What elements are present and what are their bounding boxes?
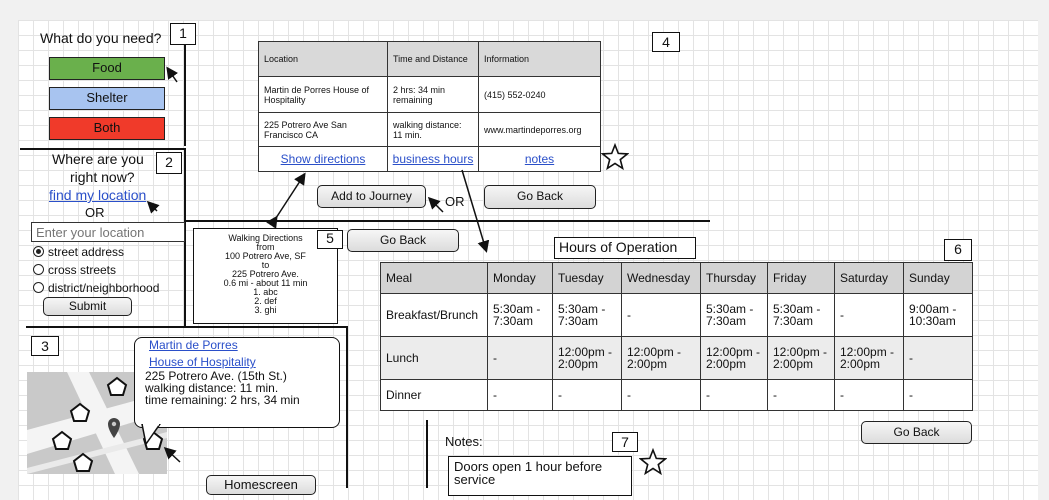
cell-notes: notes — [478, 146, 601, 172]
location-question-line1: Where are you — [52, 151, 144, 167]
hours-cell: - — [903, 379, 973, 411]
shelter-info-table: Location Time and Distance Information M… — [258, 41, 601, 172]
divider — [186, 220, 710, 222]
header-location: Location — [258, 41, 388, 77]
radio-selected-icon — [33, 246, 44, 257]
cell-business-hours: business hours — [387, 146, 479, 172]
header-day: Tuesday — [552, 262, 622, 294]
cell-walking: walking distance: 11 min. — [387, 112, 479, 147]
hours-cell: - — [700, 379, 768, 411]
notes-link[interactable]: notes — [525, 152, 554, 166]
need-question: What do you need? — [40, 30, 162, 46]
panel-number-1: 1 — [170, 23, 196, 45]
header-day: Friday — [767, 262, 835, 294]
go-back-button-6[interactable]: Go Back — [861, 421, 972, 444]
hours-cell: 5:30am - 7:30am — [700, 293, 768, 337]
hours-cell: 12:00pm - 2:00pm — [552, 336, 622, 380]
both-button[interactable]: Both — [49, 117, 165, 140]
header-day: Thursday — [700, 262, 768, 294]
or-label: OR — [85, 205, 105, 220]
meal-cell: Dinner — [380, 379, 488, 411]
homescreen-button[interactable]: Homescreen — [206, 475, 316, 495]
radio-street-address[interactable]: street address — [33, 245, 124, 259]
radio-icon — [33, 264, 44, 275]
header-day: Saturday — [834, 262, 904, 294]
divider — [184, 40, 186, 146]
submit-button[interactable]: Submit — [43, 297, 132, 316]
popup-link-name[interactable]: Martin de Porres — [149, 338, 238, 352]
cell-remaining: 2 hrs: 34 min remaining — [387, 76, 479, 113]
radio-label: cross streets — [48, 263, 117, 277]
radio-icon — [33, 282, 44, 293]
show-directions-link[interactable]: Show directions — [281, 152, 366, 166]
popup-link-house[interactable]: House of Hospitality — [149, 355, 256, 369]
meal-cell: Lunch — [380, 336, 488, 380]
shelter-button[interactable]: Shelter — [49, 87, 165, 110]
hours-cell: 5:30am - 7:30am — [487, 293, 553, 337]
location-question-line2: right now? — [70, 169, 135, 185]
food-button[interactable]: Food — [49, 57, 165, 80]
hours-cell: - — [621, 293, 701, 337]
go-back-button-4[interactable]: Go Back — [484, 185, 596, 209]
hours-cell: 12:00pm - 2:00pm — [700, 336, 768, 380]
header-meal: Meal — [380, 262, 488, 294]
cell-phone: (415) 552-0240 — [478, 76, 601, 113]
popup-details: 225 Potrero Ave. (15th St.) walking dist… — [145, 370, 300, 406]
hours-cell: - — [903, 336, 973, 380]
hours-cell: - — [621, 379, 701, 411]
star-icon[interactable] — [601, 143, 629, 171]
radio-label: street address — [48, 245, 125, 259]
header-day: Sunday — [903, 262, 973, 294]
hours-cell: - — [834, 293, 904, 337]
panel-number-7: 7 — [612, 432, 638, 452]
or-label-journey: OR — [445, 194, 465, 209]
radio-cross-streets[interactable]: cross streets — [33, 263, 116, 277]
hours-cell: 5:30am - 7:30am — [767, 293, 835, 337]
star-icon[interactable] — [639, 448, 667, 476]
divider — [26, 326, 347, 328]
radio-label: district/neighborhood — [48, 281, 160, 295]
location-input[interactable] — [31, 222, 185, 242]
panel-number-5: 5 — [317, 230, 343, 249]
business-hours-link[interactable]: business hours — [393, 152, 474, 166]
cell-address: 225 Potrero Ave San Francisco CA — [258, 112, 388, 147]
hours-cell: - — [487, 336, 553, 380]
panel-number-3: 3 — [31, 336, 59, 356]
hours-cell: 12:00pm - 2:00pm — [767, 336, 835, 380]
hours-table: Meal Monday Tuesday Wednesday Thursday F… — [380, 262, 973, 411]
meal-cell: Breakfast/Brunch — [380, 293, 488, 337]
hours-cell: - — [834, 379, 904, 411]
header-day: Wednesday — [621, 262, 701, 294]
header-info: Information — [478, 41, 601, 77]
panel-number-4: 4 — [652, 32, 680, 52]
divider — [20, 148, 185, 150]
notes-box: Doors open 1 hour before service — [448, 456, 632, 496]
popup-tail — [141, 424, 161, 446]
notes-label: Notes: — [445, 434, 483, 449]
panel-number-6: 6 — [944, 239, 972, 261]
popup-time: time remaining: 2 hrs, 34 min — [145, 393, 300, 407]
go-back-button-5[interactable]: Go Back — [347, 229, 459, 252]
panel-number-2: 2 — [156, 152, 182, 174]
divider — [346, 326, 348, 488]
hours-cell: 5:30am - 7:30am — [552, 293, 622, 337]
hours-cell: 9:00am - 10:30am — [903, 293, 973, 337]
find-location-link[interactable]: find my location — [49, 187, 146, 203]
header-time: Time and Distance — [387, 41, 479, 77]
cell-website: www.martindeporres.org — [478, 112, 601, 147]
radio-district[interactable]: district/neighborhood — [33, 281, 159, 295]
cell-show-directions: Show directions — [258, 146, 388, 172]
hours-cell: 12:00pm - 2:00pm — [834, 336, 904, 380]
add-to-journey-button[interactable]: Add to Journey — [317, 185, 426, 208]
divider — [426, 420, 428, 488]
directions-step: 3. ghi — [254, 305, 277, 315]
hours-cell: - — [552, 379, 622, 411]
header-day: Monday — [487, 262, 553, 294]
cell-name: Martin de Porres House of Hospitality — [258, 76, 388, 113]
hours-cell: 12:00pm - 2:00pm — [621, 336, 701, 380]
hours-cell: - — [487, 379, 553, 411]
hours-cell: - — [767, 379, 835, 411]
hours-title: Hours of Operation — [554, 237, 696, 259]
